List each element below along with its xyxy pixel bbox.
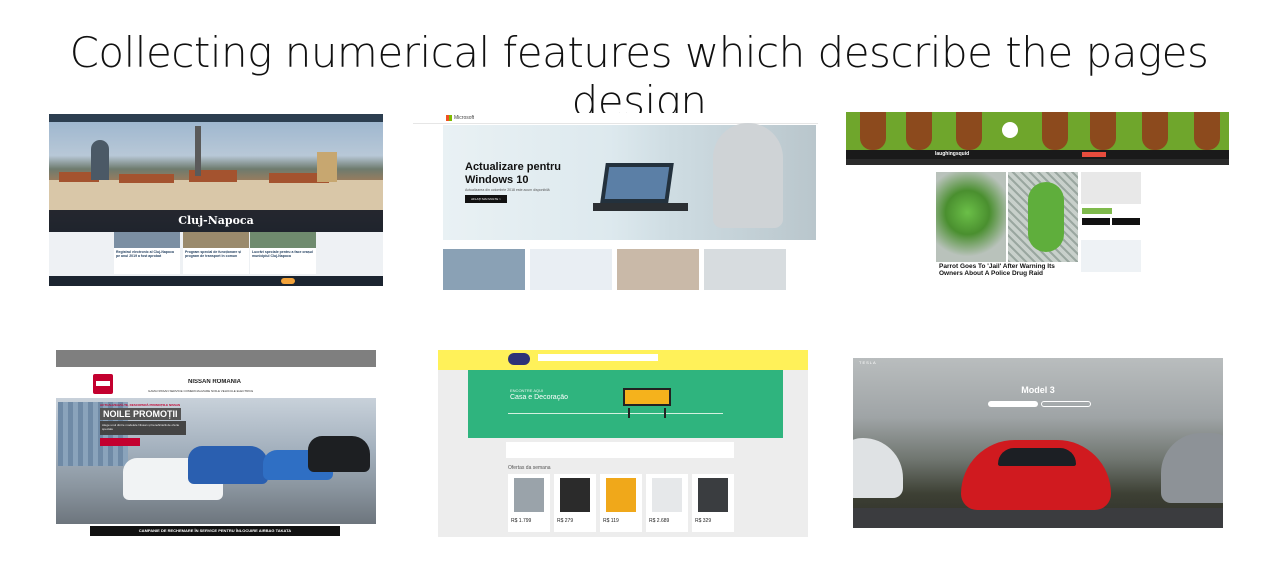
news-card-title: Lucrări speciale pentru a face orașul mu… [252,250,313,258]
app-store-badge[interactable] [1082,218,1110,225]
city-title: Cluj-Napoca [178,214,254,227]
grey-car [1161,433,1223,503]
mercado-logo-icon [508,353,530,365]
product-price: R$ 329 [695,518,712,524]
brand-name: Microsoft [454,115,475,121]
site-logo: TESLA [859,360,877,365]
product-card[interactable]: R$ 329 [692,474,734,532]
promo-tile[interactable] [443,249,525,290]
screenshot-mercado-livre: ENCONTRE AQUI Casa e Decoração Ofertas d… [438,350,808,537]
section-heading: Ofertas da semana [508,465,551,471]
news-card-title: Registrul electronic al Cluj-Napoca pe a… [116,250,174,258]
hero-category: Casa e Decoração [510,394,568,401]
product-price: R$ 279 [557,518,574,524]
top-navigation [853,358,1223,368]
screenshot-microsoft: Microsoft Actualizare pentru Windows 10 … [413,113,818,300]
recall-text: CAMPANIE DE RECHEMARE ÎN SERVICE PENTRU … [138,528,292,533]
product-price: R$ 1.799 [511,518,532,524]
site-name: NISSAN ROMÂNIA [188,379,242,385]
promo-box: Alege unul dintre modelele Nissan și ben… [100,421,186,435]
search-input[interactable] [538,354,658,361]
cookie-bar [49,276,383,286]
cookie-accept-button[interactable] [281,278,295,284]
laptop-illustration [600,163,674,203]
product-card[interactable]: R$ 2.689 [646,474,688,532]
white-car [853,438,903,498]
sidebar-trending[interactable] [1081,240,1141,272]
road [853,508,1223,528]
sub-menu [846,159,1229,165]
car-blue [188,446,268,484]
promo-kicker: ACTUALIZEAZĂ-TE, DESCOPERĂ PROMOȚIILE NI… [100,403,181,407]
hero-description: Actualizarea din octombrie 2018 este acu… [465,188,550,192]
screenshot-nissan: NISSAN ROMÂNIA GAMA NISSAN SERVICE COMER… [13,350,418,537]
keyboard-illustration [593,203,688,211]
promo-tile[interactable] [704,249,786,290]
product-price: R$ 119 [603,518,619,524]
promo-title: NOILE PROMOȚII [100,408,181,420]
site-logo: laughingsquid [935,151,970,157]
product-price: R$ 2.689 [649,518,670,524]
news-card[interactable]: Lucrări speciale pentru a face orașul mu… [250,232,316,274]
news-card[interactable]: Registrul electronic al Cluj-Napoca pe a… [114,232,180,274]
product-card[interactable]: R$ 279 [554,474,596,532]
nissan-logo-icon [93,374,113,394]
hero-heading-line1: Actualizare pentru [465,161,561,173]
hero-person [713,123,783,228]
cabinet-leg [664,408,666,418]
hero-line [508,413,723,414]
top-navigation [49,114,383,122]
recall-banner[interactable]: CAMPANIE DE RECHEMARE ÎN SERVICE PENTRU … [90,526,340,536]
menu-action-button[interactable] [1082,152,1106,157]
screenshot-laughing-squid: laughingsquid Parrot Goes To 'Jail' Afte… [846,112,1229,288]
hero-cta-button[interactable]: AFLAȚI MAI MULTE > [465,195,507,203]
hero-heading-line2: Windows 10 [465,174,529,186]
product-card[interactable]: R$ 1.799 [508,474,550,532]
sidebar-ad[interactable] [1081,172,1141,204]
article-title[interactable]: Parrot Goes To 'Jail' After Warning Its … [939,263,1079,277]
news-card-title: Program special de funcționare și progra… [185,250,242,258]
microsoft-logo-icon [446,115,452,121]
cabinet-leg [628,408,630,418]
parrot-photo-right [1008,172,1078,262]
learn-more-button[interactable] [1041,401,1091,407]
car-black [308,436,370,472]
main-menu[interactable]: GAMA NISSAN SERVICE COMERCIALIZARE NOILE… [148,389,253,393]
header-banner-illustration [846,112,1229,150]
promo-tile[interactable] [617,249,699,290]
screenshot-cluj-napoca: Cluj-Napoca Registrul electronic al Cluj… [49,114,383,286]
google-play-badge[interactable] [1112,218,1140,225]
promo-button[interactable] [100,438,140,446]
news-row: Registrul electronic al Cluj-Napoca pe a… [49,232,383,278]
parrot-photo-left [936,172,1006,262]
screenshot-tesla: TESLA Model 3 [853,358,1223,528]
promo-text: Alege unul dintre modelele Nissan și ben… [102,423,180,431]
promo-tile[interactable] [530,249,612,290]
cabinet-illustration [623,388,671,406]
app-badge[interactable] [1082,208,1112,214]
news-card[interactable]: Program special de funcționare și progra… [183,232,249,274]
model-title: Model 3 [1021,385,1055,395]
hero-tag: ENCONTRE AQUI [510,388,544,393]
product-card[interactable]: R$ 119 [600,474,642,532]
main-menu: laughingsquid [846,150,1229,159]
order-button[interactable] [988,401,1038,407]
windshield [998,448,1076,466]
cookie-notice-bar [56,350,376,367]
features-strip [506,442,734,458]
